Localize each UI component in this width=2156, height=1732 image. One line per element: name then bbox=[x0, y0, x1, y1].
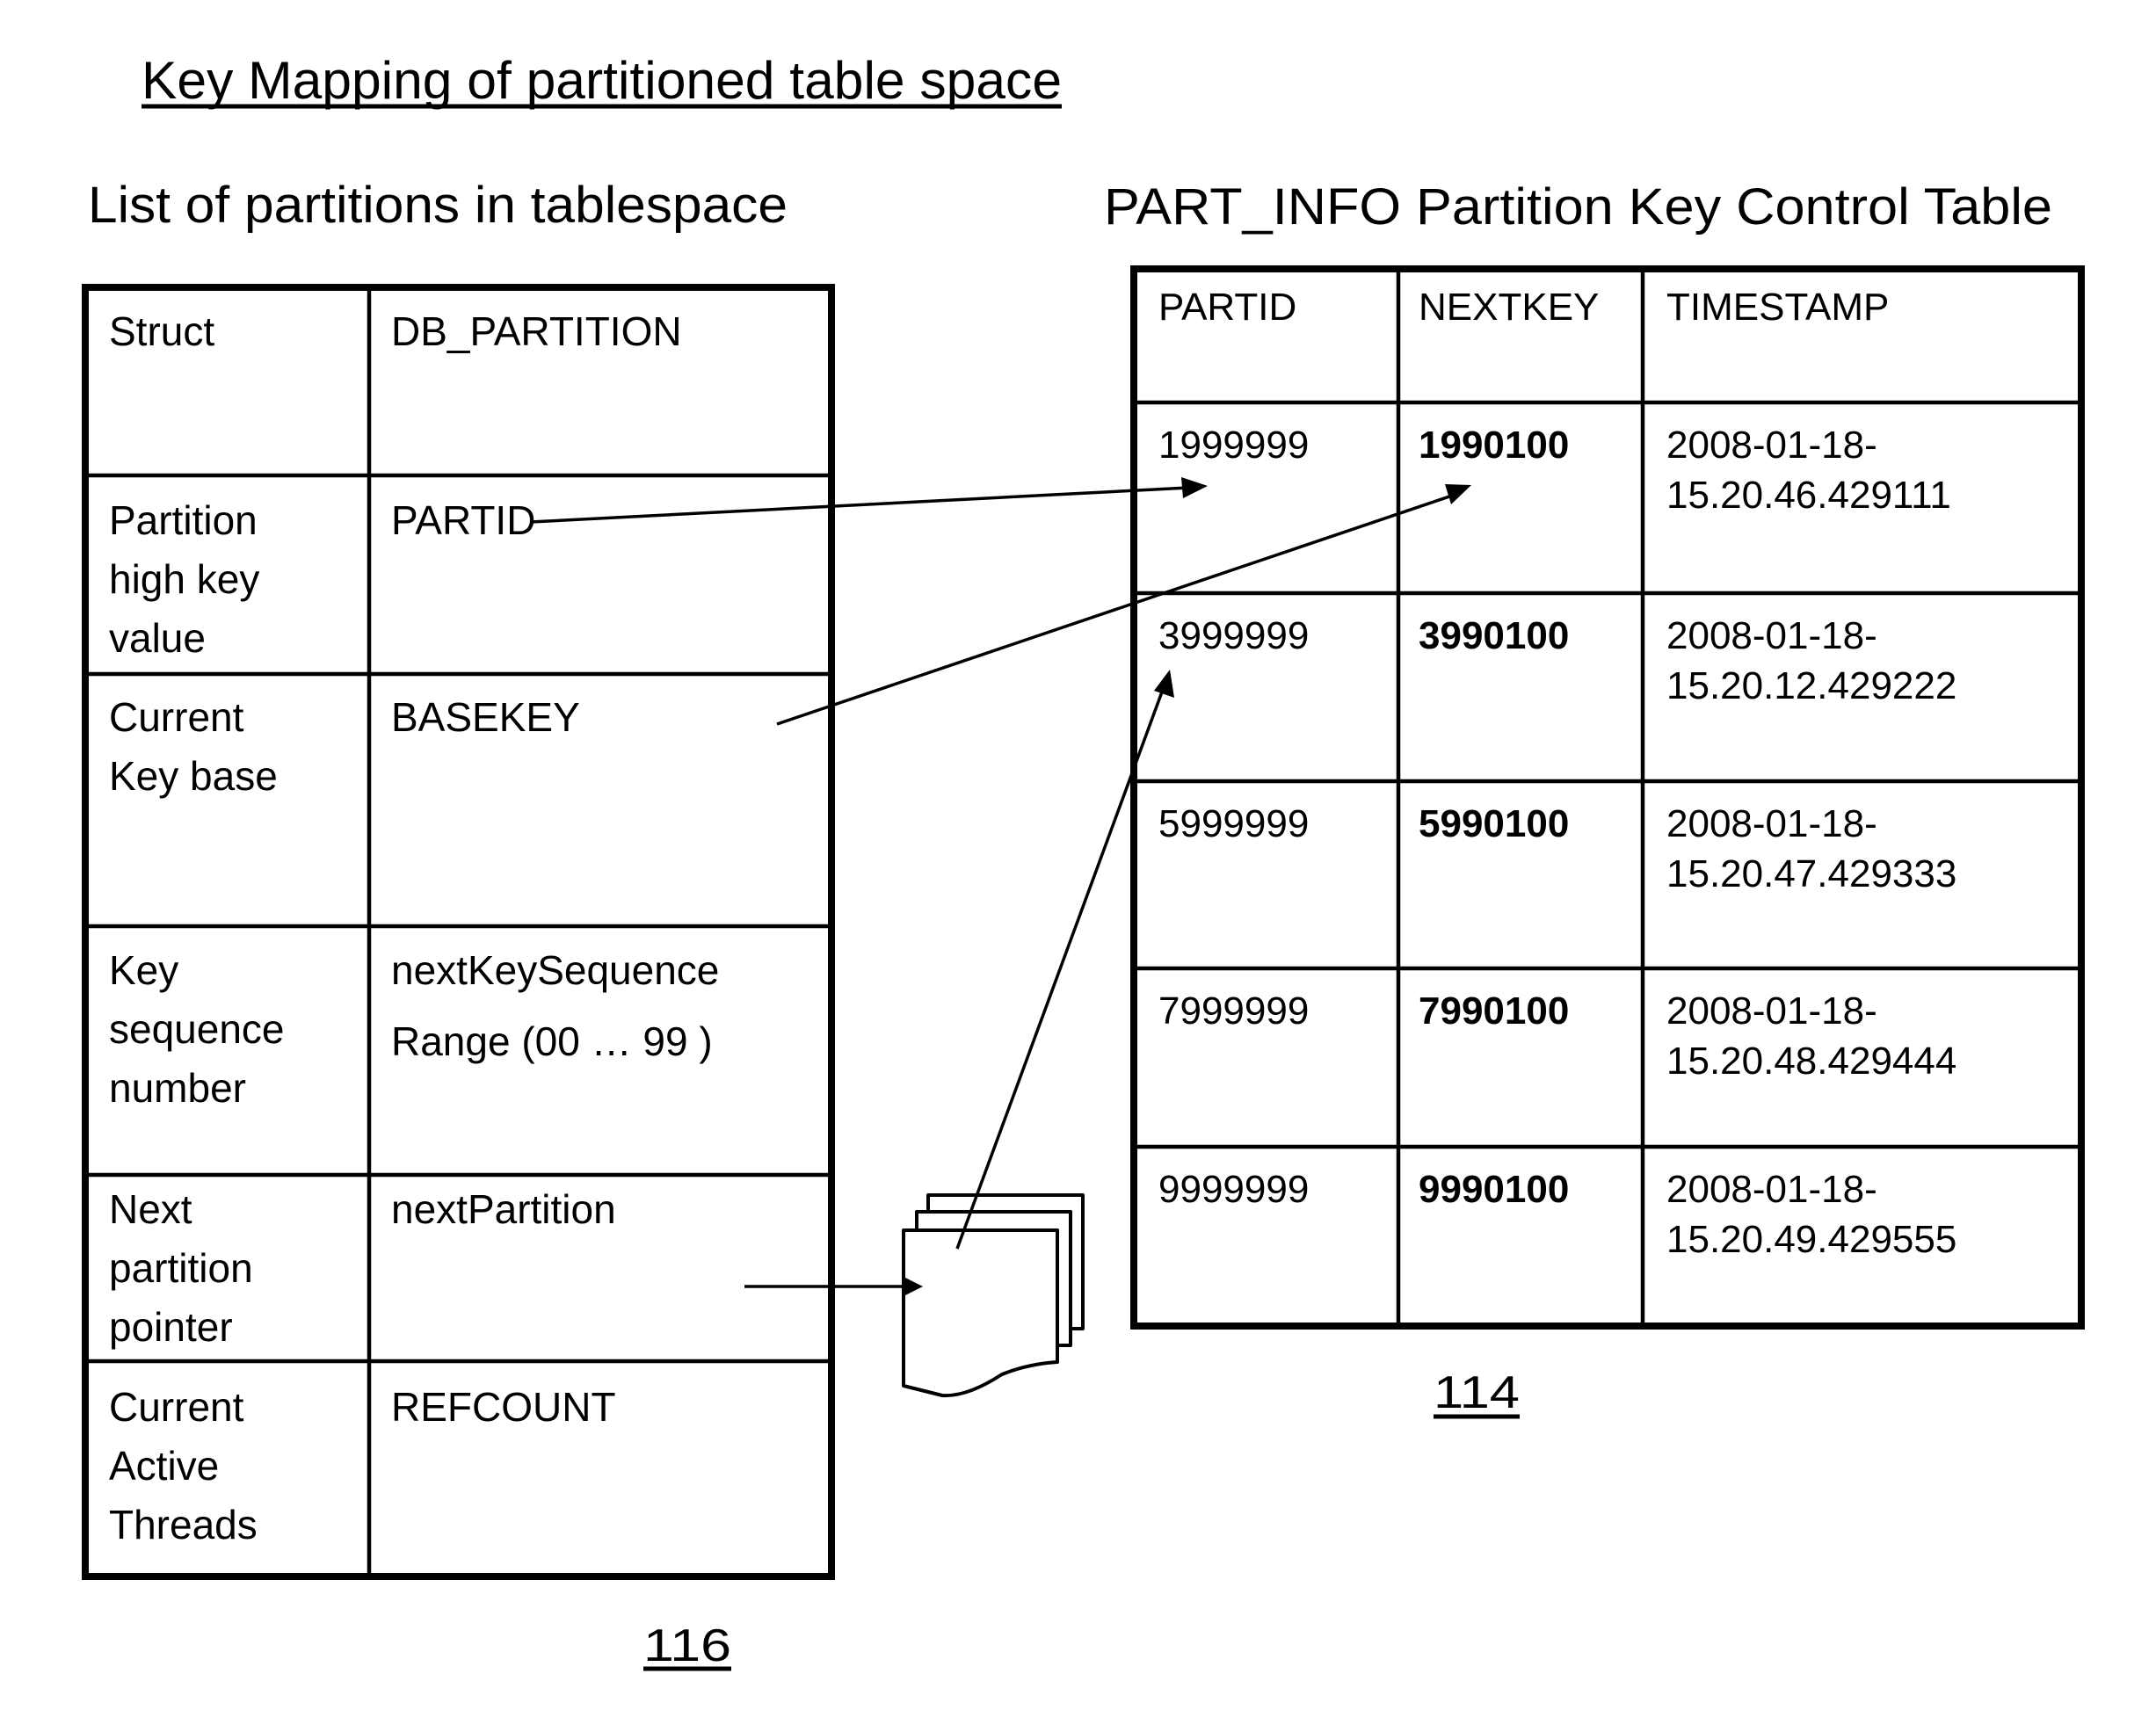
struct-field-label: sequence bbox=[109, 1006, 285, 1052]
arrowhead-icon bbox=[1445, 484, 1471, 504]
key-mapping-diagram: Key Mapping of partitioned table space L… bbox=[82, 51, 2085, 1671]
struct-field-label: Partition bbox=[109, 497, 258, 543]
right-table-heading: PART_INFO Partition Key Control Table bbox=[1104, 178, 2052, 236]
nextkey-cell: 7990100 bbox=[1419, 989, 1569, 1033]
left-table-border bbox=[82, 284, 835, 1580]
struct-field-label: value bbox=[109, 615, 206, 661]
timestamp-cell: 15.20.48.429444 bbox=[1666, 1040, 1956, 1083]
struct-field-value: DB_PARTITION bbox=[391, 308, 682, 354]
struct-field-label: Struct bbox=[109, 308, 214, 354]
column-header: PARTID bbox=[1158, 286, 1296, 329]
timestamp-cell: 15.20.46.429111 bbox=[1666, 474, 1951, 517]
timestamp-cell: 15.20.49.429555 bbox=[1666, 1218, 1956, 1261]
nextkey-cell: 3990100 bbox=[1419, 614, 1569, 657]
struct-field-label: Next bbox=[109, 1186, 192, 1232]
connector-partid-to-partid bbox=[530, 477, 1208, 524]
struct-field-label: high key bbox=[109, 556, 259, 602]
struct-field-value: Range (00 … 99 ) bbox=[391, 1018, 713, 1064]
partid-cell: 1999999 bbox=[1158, 424, 1309, 467]
column-header: TIMESTAMP bbox=[1666, 286, 1889, 329]
column-header: NEXTKEY bbox=[1419, 286, 1599, 329]
struct-field-label: partition bbox=[109, 1245, 253, 1291]
struct-field-value: BASEKEY bbox=[391, 694, 580, 740]
document-stack-icon bbox=[902, 1193, 1085, 1398]
partid-cell: 3999999 bbox=[1158, 614, 1309, 657]
timestamp-cell: 15.20.12.429222 bbox=[1666, 664, 1956, 707]
right-table-reference-label: 114 bbox=[1434, 1367, 1520, 1418]
table-row: 5999999 5990100 2008-01-18- 15.20.47.429333 bbox=[1158, 802, 1956, 895]
table-row: 3999999 3990100 2008-01-18- 15.20.12.429222 bbox=[1158, 614, 1956, 707]
partid-cell: 5999999 bbox=[1158, 802, 1309, 845]
struct-row: Key sequence number nextKeySequence Range (0… bbox=[109, 947, 719, 1111]
page-title: Key Mapping of partitioned table space bbox=[142, 51, 1062, 110]
struct-row: Partition high key value PARTID bbox=[109, 497, 535, 661]
arrowhead-icon bbox=[1181, 477, 1208, 498]
struct-field-label: Active bbox=[109, 1443, 219, 1489]
db-partition-struct-table: Struct DB_PARTITION Partition high key value… bbox=[82, 284, 835, 1580]
nextkey-cell: 9990100 bbox=[1419, 1168, 1569, 1211]
nextkey-cell: 5990100 bbox=[1419, 802, 1569, 845]
timestamp-cell: 15.20.47.429333 bbox=[1666, 852, 1956, 895]
struct-field-label: Current bbox=[109, 1384, 244, 1430]
timestamp-cell: 2008-01-18- bbox=[1666, 802, 1877, 845]
struct-field-value: nextKeySequence bbox=[391, 947, 719, 993]
struct-field-label: Key bbox=[109, 947, 178, 993]
timestamp-cell: 2008-01-18- bbox=[1666, 424, 1877, 467]
struct-row: Next partition pointer nextPartition bbox=[109, 1186, 616, 1350]
partid-cell: 9999999 bbox=[1158, 1168, 1309, 1211]
struct-field-label: Key base bbox=[109, 753, 278, 799]
struct-field-label: pointer bbox=[109, 1304, 233, 1350]
struct-field-label: Current bbox=[109, 694, 244, 740]
struct-field-value: REFCOUNT bbox=[391, 1384, 616, 1430]
table-row: 1999999 1990100 2008-01-18- 15.20.46.429111 bbox=[1158, 424, 1951, 517]
struct-field-value: nextPartition bbox=[391, 1186, 616, 1232]
connector-stack-to-partid bbox=[955, 670, 1174, 1250]
part-info-control-table: PARTID NEXTKEY TIMESTAMP 1999999 1990100 2008… bbox=[1130, 265, 2085, 1330]
timestamp-cell: 2008-01-18- bbox=[1666, 614, 1877, 657]
connector-basekey-to-nextkey bbox=[776, 484, 1471, 726]
timestamp-cell: 2008-01-18- bbox=[1666, 989, 1877, 1033]
table-row: 7999999 7990100 2008-01-18- 15.20.48.429444 bbox=[1158, 989, 1956, 1083]
left-table-heading: List of partitions in tablespace bbox=[88, 177, 788, 234]
struct-row: Current Key base BASEKEY bbox=[109, 694, 580, 799]
left-table-reference-label: 116 bbox=[643, 1620, 731, 1671]
struct-row: Current Active Threads REFCOUNT bbox=[109, 1384, 616, 1547]
struct-field-value: PARTID bbox=[391, 497, 535, 543]
nextkey-cell: 1990100 bbox=[1419, 424, 1569, 467]
timestamp-cell: 2008-01-18- bbox=[1666, 1168, 1877, 1211]
struct-field-label: Threads bbox=[109, 1502, 258, 1547]
arrowhead-icon bbox=[1154, 670, 1174, 698]
struct-field-label: number bbox=[109, 1065, 246, 1111]
partid-cell: 7999999 bbox=[1158, 989, 1309, 1033]
table-row: 9999999 9990100 2008-01-18- 15.20.49.429555 bbox=[1158, 1168, 1956, 1261]
struct-row: Struct DB_PARTITION bbox=[109, 308, 682, 354]
